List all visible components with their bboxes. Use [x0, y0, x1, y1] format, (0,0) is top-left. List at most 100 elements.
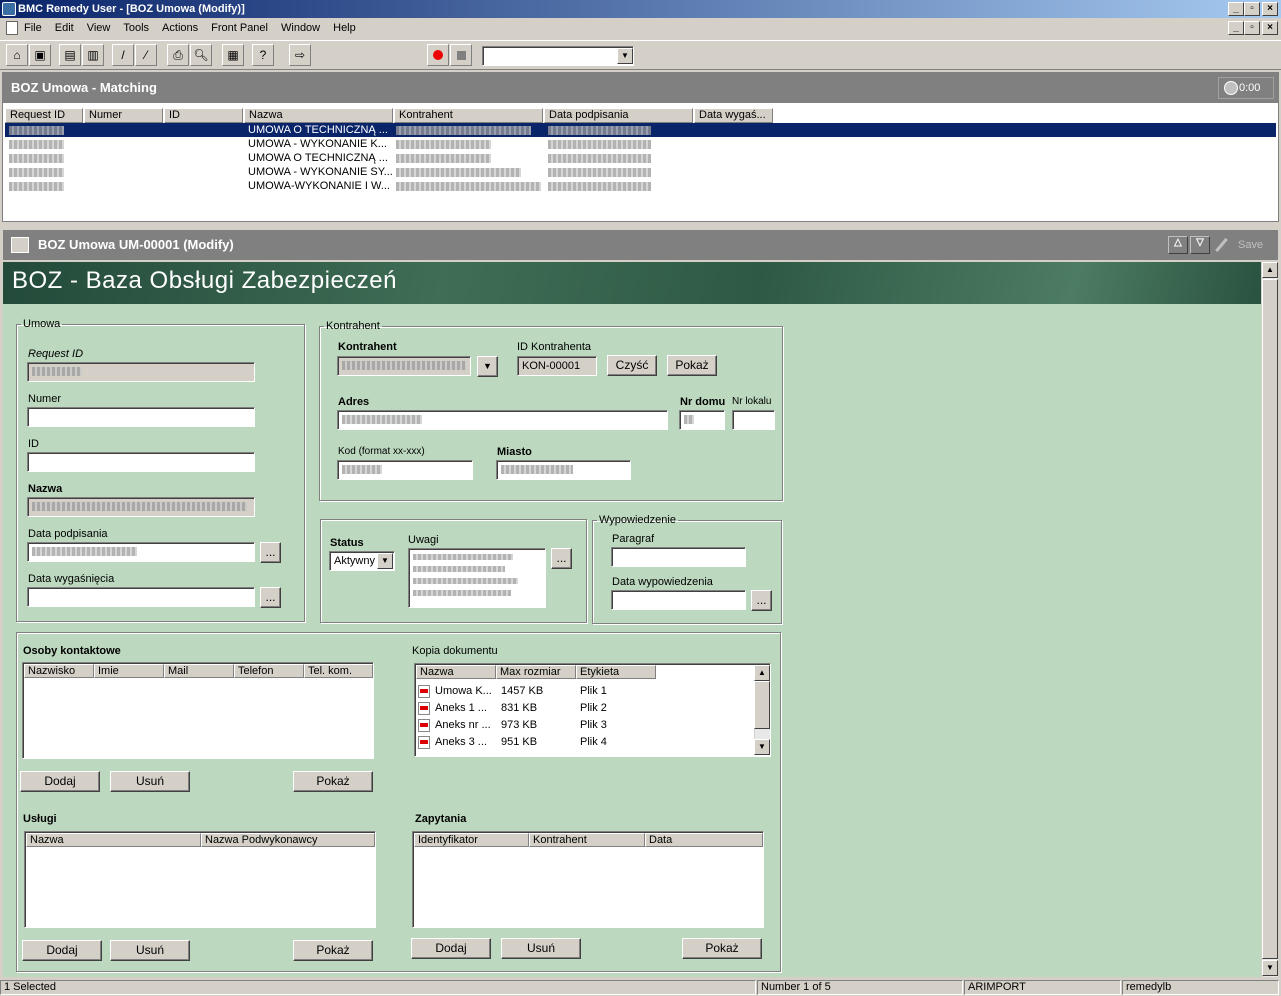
restore-icon[interactable]: ▫ [1244, 2, 1260, 16]
clear-icon[interactable]: ⁄ [135, 44, 157, 66]
zapytania-table[interactable]: Identyfikator Kontrahent Data [412, 831, 764, 928]
zapytania-col-kontrahent[interactable]: Kontrahent [529, 833, 645, 847]
child-close-icon[interactable]: × [1262, 21, 1278, 35]
kod-field[interactable] [337, 460, 473, 480]
data-wygasniecia-picker-button[interactable]: ... [260, 587, 281, 608]
report-icon[interactable]: ▦ [222, 44, 244, 66]
record-icon[interactable] [427, 44, 449, 66]
menu-tools[interactable]: Tools [123, 22, 149, 34]
menu-view[interactable]: View [87, 22, 111, 34]
menu-front-panel[interactable]: Front Panel [211, 22, 268, 34]
adres-field[interactable] [337, 410, 668, 430]
uwagi-field[interactable] [408, 548, 546, 608]
id-kontrahenta-field[interactable]: KON-00001 [517, 356, 597, 376]
osoby-col-tel-kom[interactable]: Tel. kom. [304, 664, 373, 678]
table-row[interactable]: UMOWA-WYKONANIE I W... [5, 179, 1276, 193]
kopia-col-nazwa[interactable]: Nazwa [416, 665, 496, 679]
open-form-icon[interactable]: ▣ [29, 44, 51, 66]
menu-window[interactable]: Window [281, 22, 320, 34]
scroll-down-icon[interactable]: ▼ [1262, 960, 1278, 976]
osoby-usun-button[interactable]: Usuń [110, 771, 190, 792]
kopia-scroll-thumb[interactable] [754, 681, 770, 729]
col-data-wygas[interactable]: Data wygaś... [694, 108, 773, 123]
osoby-pokaz-button[interactable]: Pokaż [293, 771, 373, 792]
menu-file[interactable]: File [24, 22, 42, 34]
zapytania-usun-button[interactable]: Usuń [501, 938, 581, 959]
id-field[interactable] [27, 452, 255, 472]
osoby-col-imie[interactable]: Imie [94, 664, 164, 678]
kopia-scroll-down-icon[interactable]: ▼ [754, 739, 770, 755]
numer-field[interactable] [27, 407, 255, 427]
home-icon[interactable]: ⌂ [6, 44, 28, 66]
uslugi-pokaz-button[interactable]: Pokaż [293, 940, 373, 961]
miasto-field[interactable] [496, 460, 631, 480]
zapytania-pokaz-button[interactable]: Pokaż [682, 938, 762, 959]
col-nazwa[interactable]: Nazwa [244, 108, 393, 123]
list-item[interactable]: Aneks 3 ... 951 KB Plik 4 [418, 736, 753, 750]
data-podpisania-picker-button[interactable]: ... [260, 542, 281, 563]
zapytania-col-data[interactable]: Data [645, 833, 763, 847]
osoby-dodaj-button[interactable]: Dodaj [20, 771, 100, 792]
uslugi-dodaj-button[interactable]: Dodaj [22, 940, 102, 961]
data-wypowiedzenia-field[interactable] [611, 590, 746, 610]
child-restore-icon[interactable]: ▫ [1244, 21, 1260, 35]
kopia-col-max-rozmiar[interactable]: Max rozmiar [496, 665, 576, 679]
kontrahent-dropdown-icon[interactable]: ▼ [477, 356, 498, 377]
scroll-up-icon[interactable]: ▲ [1262, 262, 1278, 278]
kopia-col-etykieta[interactable]: Etykieta [576, 665, 656, 679]
kontrahent-pokaz-button[interactable]: Pokaż [667, 355, 717, 376]
list-item[interactable]: Aneks nr ... 973 KB Plik 3 [418, 719, 753, 733]
osoby-col-nazwisko[interactable]: Nazwisko [24, 664, 94, 678]
help-icon[interactable]: ? [252, 44, 274, 66]
nr-lokalu-field[interactable] [732, 410, 775, 430]
stop-icon[interactable] [450, 44, 472, 66]
table-row[interactable]: UMOWA O TECHNICZNĄ ... [5, 123, 1276, 137]
col-kontrahent[interactable]: Kontrahent [394, 108, 543, 123]
table-row[interactable]: UMOWA - WYKONANIE K... [5, 137, 1276, 151]
uwagi-expand-button[interactable]: ... [551, 548, 572, 569]
kopia-scroll-up-icon[interactable]: ▲ [754, 665, 770, 681]
data-wypowiedzenia-picker-button[interactable]: ... [751, 590, 772, 611]
col-data-podpisania[interactable]: Data podpisania [544, 108, 693, 123]
kontrahent-select[interactable] [337, 356, 471, 376]
kopia-table[interactable]: Nazwa Max rozmiar Etykieta Umowa K... 145… [414, 663, 771, 757]
preview-icon[interactable]: 🔍︎ [190, 44, 212, 66]
uslugi-col-podwykonawca[interactable]: Nazwa Podwykonawcy [201, 833, 375, 847]
zapytania-col-identyfikator[interactable]: Identyfikator [414, 833, 529, 847]
table-row[interactable]: UMOWA - WYKONANIE SY... [5, 165, 1276, 179]
col-request-id[interactable]: Request ID [5, 108, 83, 123]
scroll-thumb[interactable] [1262, 279, 1278, 959]
child-minimize-icon[interactable]: _ [1228, 21, 1244, 35]
forward-icon[interactable]: ⇨ [289, 44, 311, 66]
uslugi-table[interactable]: Nazwa Nazwa Podwykonawcy [24, 831, 376, 928]
data-podpisania-field[interactable] [27, 542, 255, 562]
zapytania-dodaj-button[interactable]: Dodaj [411, 938, 491, 959]
czysc-button[interactable]: Czyść [607, 355, 657, 376]
menu-edit[interactable]: Edit [55, 22, 74, 34]
col-id[interactable]: ID [164, 108, 243, 123]
uslugi-usun-button[interactable]: Usuń [110, 940, 190, 961]
edit-icon[interactable]: / [112, 44, 134, 66]
paragraf-field[interactable] [611, 547, 746, 567]
osoby-table[interactable]: Nazwisko Imie Mail Telefon Tel. kom. [22, 662, 374, 759]
nr-domu-field[interactable] [679, 410, 725, 430]
nazwa-field[interactable] [27, 497, 255, 517]
data-wygasniecia-field[interactable] [27, 587, 255, 607]
minimize-icon[interactable]: _ [1228, 2, 1244, 16]
uslugi-col-nazwa[interactable]: Nazwa [26, 833, 201, 847]
next-icon[interactable]: ▽ [1190, 236, 1210, 254]
osoby-col-mail[interactable]: Mail [164, 664, 234, 678]
print-icon[interactable]: ⎙ [167, 44, 189, 66]
chevron-down-icon[interactable]: ▼ [617, 48, 633, 64]
close-icon[interactable]: × [1262, 2, 1278, 16]
new-request-icon[interactable]: ▤ [59, 44, 81, 66]
menu-help[interactable]: Help [333, 22, 356, 34]
menu-actions[interactable]: Actions [162, 22, 198, 34]
table-row[interactable]: UMOWA O TECHNICZNĄ ... [5, 151, 1276, 165]
col-numer[interactable]: Numer [84, 108, 163, 123]
list-item[interactable]: Umowa K... 1457 KB Plik 1 [418, 685, 753, 699]
prev-icon[interactable]: △ [1168, 236, 1188, 254]
list-item[interactable]: Aneks 1 ... 831 KB Plik 2 [418, 702, 753, 716]
osoby-col-telefon[interactable]: Telefon [234, 664, 304, 678]
macro-combo[interactable] [482, 46, 634, 66]
